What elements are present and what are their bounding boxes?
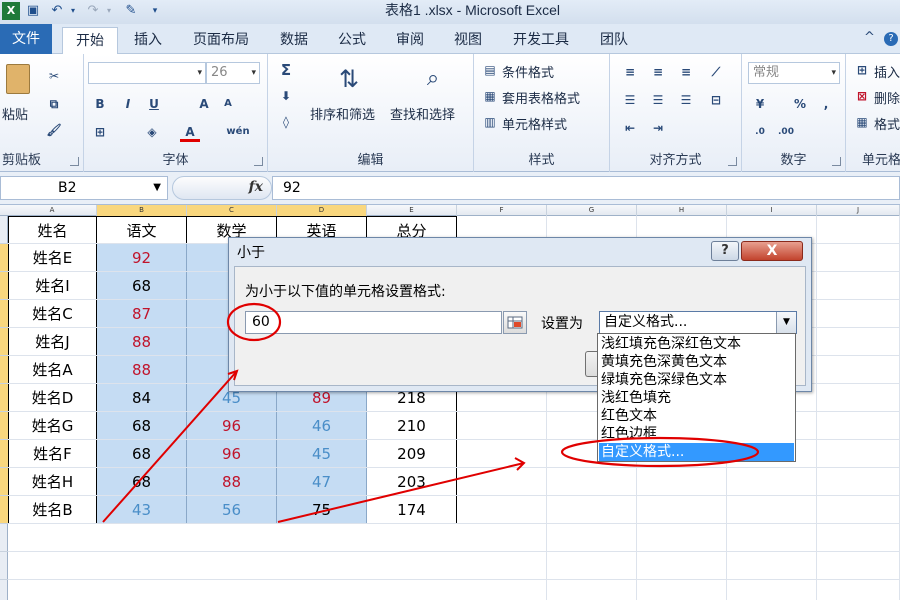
option-annotation-circle (560, 436, 760, 468)
annotation-overlay (102, 302, 760, 523)
annotation-arrow-1 (102, 370, 238, 523)
value-annotation-circle (226, 302, 282, 342)
annotation-arrow-2 (277, 462, 525, 523)
